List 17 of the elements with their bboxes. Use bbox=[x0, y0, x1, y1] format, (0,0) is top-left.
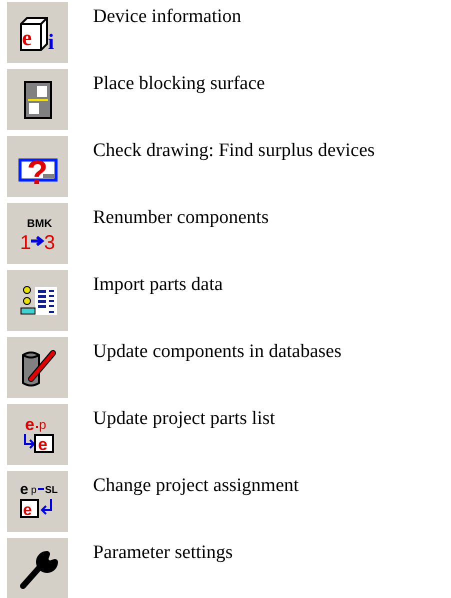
tool-label: Place blocking surface bbox=[93, 72, 265, 95]
tool-label: Import parts data bbox=[93, 273, 223, 296]
tool-button[interactable] bbox=[7, 270, 68, 331]
tool-button[interactable] bbox=[7, 337, 68, 398]
tool-label: Update components in databases bbox=[93, 340, 342, 363]
tool-label: Update project parts list bbox=[93, 407, 276, 430]
tool-button[interactable] bbox=[7, 538, 68, 598]
tool-label: Device information bbox=[93, 5, 242, 28]
tool-label: Change project assignment bbox=[93, 474, 299, 497]
tool-button[interactable] bbox=[7, 69, 68, 130]
tool-button[interactable]: e i bbox=[7, 2, 68, 63]
tool-button[interactable]: e p e bbox=[7, 404, 68, 465]
tool-label: Parameter settings bbox=[93, 541, 233, 564]
tool-label: Renumber components bbox=[93, 206, 269, 229]
tool-button[interactable]: e p SL e bbox=[7, 471, 68, 532]
tool-button[interactable]: BMK 1 3 bbox=[7, 203, 68, 264]
tool-label: Check drawing: Find surplus devices bbox=[93, 139, 375, 162]
